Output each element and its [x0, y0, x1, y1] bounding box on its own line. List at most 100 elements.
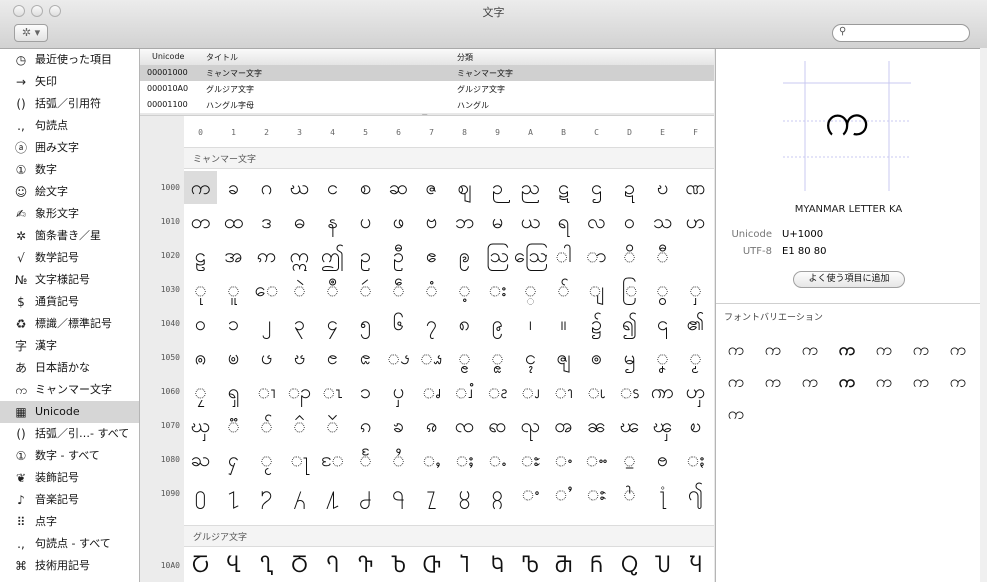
character-cell[interactable]: ၀	[184, 307, 217, 340]
character-cell[interactable]: ု	[184, 273, 217, 306]
font-variation-sample[interactable]: က	[903, 339, 939, 364]
character-cell[interactable]: ၉	[481, 307, 514, 340]
add-to-favorites-button[interactable]: よく使う項目に追加	[793, 271, 905, 288]
character-cell[interactable]: ႐	[184, 477, 217, 510]
character-cell[interactable]: Ⴆ	[382, 549, 415, 582]
character-cell[interactable]: ၚ	[514, 341, 547, 374]
character-cell[interactable]: ဲ	[283, 273, 316, 306]
font-variation-sample[interactable]: က	[718, 403, 754, 428]
character-cell[interactable]: ၙ	[481, 341, 514, 374]
character-cell[interactable]: သ	[646, 205, 679, 238]
character-cell[interactable]: Ⴎ	[646, 549, 679, 582]
character-cell[interactable]: ွ	[646, 273, 679, 306]
character-cell[interactable]: ႚ	[514, 477, 547, 510]
character-cell[interactable]: ႝ	[613, 477, 646, 510]
character-cell[interactable]: ာ	[580, 239, 613, 272]
character-cell[interactable]: ဧ	[415, 239, 448, 272]
character-cell[interactable]: တ	[184, 205, 217, 238]
character-cell[interactable]: ၠ	[184, 375, 217, 408]
sidebar-item[interactable]: ., 句読点	[0, 115, 139, 137]
character-cell[interactable]: ႑	[217, 477, 250, 510]
character-cell[interactable]: ၘ	[448, 341, 481, 374]
search-field[interactable]: ⚲	[832, 24, 970, 42]
character-cell[interactable]: ၅	[349, 307, 382, 340]
character-cell[interactable]: ရ	[547, 205, 580, 238]
character-cell[interactable]: ၜ	[580, 341, 613, 374]
character-cell[interactable]: ၦ	[382, 375, 415, 408]
font-variation-sample[interactable]: က	[792, 339, 828, 364]
character-cell[interactable]: ၵ	[349, 409, 382, 442]
character-cell[interactable]: ႃ	[283, 443, 316, 476]
character-cell[interactable]: ၱ	[217, 409, 250, 442]
sidebar-item[interactable]: က ミャンマー文字	[0, 379, 139, 401]
character-cell[interactable]: ၖ	[382, 341, 415, 374]
sidebar-item[interactable]: () 括弧／引…- すべて	[0, 423, 139, 445]
character-cell[interactable]: ဗ	[415, 205, 448, 238]
column-header-title[interactable]: タイトル	[206, 52, 238, 63]
character-cell[interactable]: Ⴊ	[514, 549, 547, 582]
character-cell[interactable]: န	[316, 205, 349, 238]
character-cell[interactable]: ၼ	[580, 409, 613, 442]
character-cell[interactable]: ႋ	[547, 443, 580, 476]
character-cell[interactable]: ၨ	[448, 375, 481, 408]
character-cell[interactable]: ၪ	[514, 375, 547, 408]
character-cell[interactable]: ဍ	[613, 171, 646, 204]
character-cell[interactable]: ၶ	[382, 409, 415, 442]
character-cell[interactable]: ႖	[382, 477, 415, 510]
character-cell[interactable]: Ⴉ	[481, 549, 514, 582]
character-cell[interactable]: ၧ	[415, 375, 448, 408]
character-cell[interactable]: ႘	[448, 477, 481, 510]
character-cell[interactable]: ႀ	[184, 443, 217, 476]
character-cell[interactable]: ၌	[580, 307, 613, 340]
character-cell[interactable]: ိ	[613, 239, 646, 272]
character-cell[interactable]: ြ	[613, 273, 646, 306]
character-cell[interactable]: ဓ	[283, 205, 316, 238]
character-cell[interactable]: ၥ	[349, 375, 382, 408]
character-cell[interactable]: ယ	[514, 205, 547, 238]
character-cell[interactable]: ႆ	[382, 443, 415, 476]
character-cell[interactable]: ၕ	[349, 341, 382, 374]
character-cell[interactable]: ႎ	[646, 443, 679, 476]
character-cell[interactable]: ႁ	[217, 443, 250, 476]
character-cell[interactable]: ၊	[514, 307, 547, 340]
character-cell[interactable]: ၷ	[415, 409, 448, 442]
character-cell[interactable]: ဒ	[250, 205, 283, 238]
sidebar-item[interactable]: ♪ 音楽記号	[0, 489, 139, 511]
character-cell[interactable]: ဢ	[250, 239, 283, 272]
character-cell[interactable]: ၩ	[481, 375, 514, 408]
character-cell[interactable]: ႅ	[349, 443, 382, 476]
character-cell[interactable]: ှ	[679, 273, 712, 306]
character-cell[interactable]: ည	[514, 171, 547, 204]
character-cell[interactable]: ဟ	[679, 205, 712, 238]
character-cell[interactable]: ဎ	[646, 171, 679, 204]
font-variation-sample[interactable]: က	[829, 371, 865, 396]
font-variation-sample[interactable]: က	[866, 371, 902, 396]
character-cell[interactable]: ံ	[415, 273, 448, 306]
character-cell[interactable]: ၰ	[184, 409, 217, 442]
character-cell[interactable]: ၞ	[646, 341, 679, 374]
character-cell[interactable]: ၮ	[646, 375, 679, 408]
character-cell[interactable]: ၗ	[415, 341, 448, 374]
character-cell[interactable]: ဩ	[481, 239, 514, 272]
character-cell[interactable]: ဥ	[349, 239, 382, 272]
character-cell[interactable]: ၢ	[250, 375, 283, 408]
character-cell[interactable]: ေ	[250, 273, 283, 306]
character-cell[interactable]: ၄	[316, 307, 349, 340]
character-cell[interactable]: ႏ	[679, 443, 712, 476]
character-cell[interactable]: ဤ	[316, 239, 349, 272]
character-cell[interactable]: ႕	[349, 477, 382, 510]
sidebar-item[interactable]: ., 句読点 - すべて	[0, 533, 139, 555]
sidebar-item[interactable]: № 文字様記号	[0, 269, 139, 291]
character-cell[interactable]: ႒	[250, 477, 283, 510]
character-cell[interactable]: ဝ	[613, 205, 646, 238]
block-list-row[interactable]: 00001100 ハングル字母 ハングル	[140, 97, 714, 113]
character-cell[interactable]: Ⴋ	[547, 549, 580, 582]
sidebar-item[interactable]: ⓐ 囲み文字	[0, 137, 139, 159]
sidebar-item[interactable]: ① 数字 - すべて	[0, 445, 139, 467]
character-cell[interactable]: ဵ	[382, 273, 415, 306]
character-cell[interactable]: ၫ	[547, 375, 580, 408]
character-cell[interactable]: ၇	[415, 307, 448, 340]
character-cell[interactable]: ၔ	[316, 341, 349, 374]
character-cell[interactable]: ၾ	[646, 409, 679, 442]
sidebar-item[interactable]: ① 数字	[0, 159, 139, 181]
